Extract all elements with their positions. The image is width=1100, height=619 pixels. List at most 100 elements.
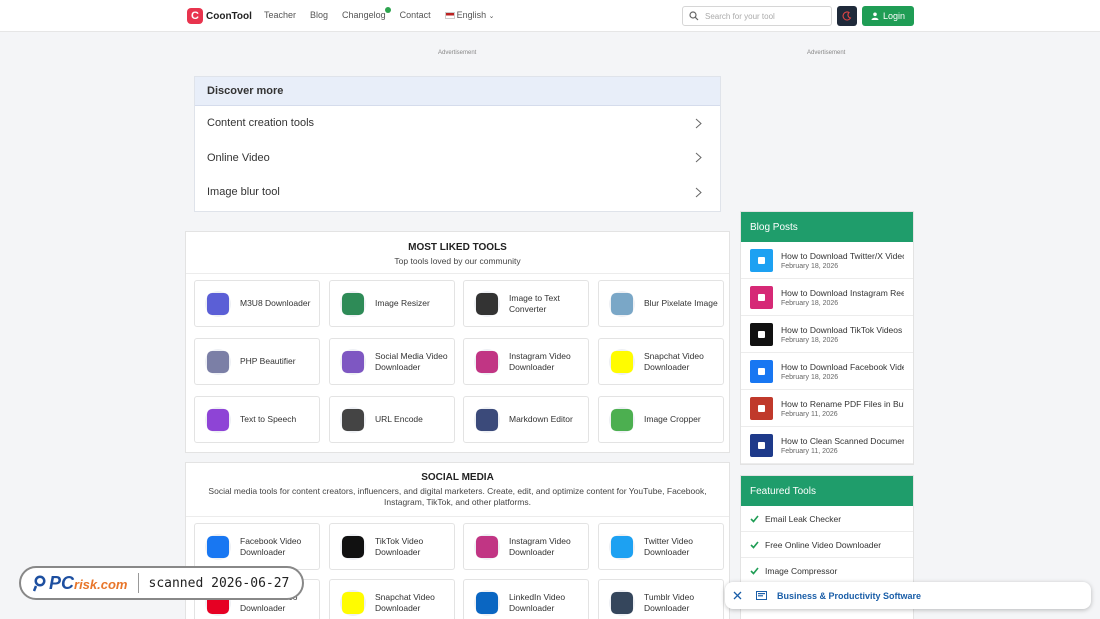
blog-post-text: How to Download Twitter/X Videos February… <box>781 251 904 270</box>
most-liked-section: MOST LIKED TOOLS Top tools loved by our … <box>185 231 730 453</box>
blog-post-item[interactable]: How to Download TikTok Videos February 18… <box>741 316 913 353</box>
discover-item-label: Content creation tools <box>207 117 315 130</box>
tool-card-snapchat-video-downloader[interactable]: Snapchat Video Downloader <box>329 579 455 619</box>
tool-label: Text to Speech <box>240 414 297 425</box>
tool-card-linkedin-video-downloader[interactable]: LinkedIn Video Downloader <box>463 579 589 619</box>
tool-card-image-cropper[interactable]: Image Cropper <box>598 396 724 443</box>
blog-post-item[interactable]: How to Download Facebook Videos February … <box>741 353 913 390</box>
tool-card-image-to-text-converter[interactable]: Image to Text Converter <box>463 280 589 327</box>
blog-thumbnail-icon <box>750 248 773 272</box>
tool-card-text-to-speech[interactable]: Text to Speech <box>194 396 320 443</box>
tool-label: Facebook Video Downloader <box>240 536 302 557</box>
tool-label: LinkedIn Video Downloader <box>509 592 566 613</box>
chevron-right-icon <box>695 187 702 198</box>
blog-post-text: How to Download Facebook Videos February … <box>781 362 904 381</box>
text-to-speech-icon <box>205 406 231 433</box>
blog-post-item[interactable]: How to Clean Scanned Documents February 1… <box>741 427 913 464</box>
tumblr-video-downloader-icon <box>609 589 635 616</box>
site-logo[interactable]: C CoonTool <box>187 8 252 24</box>
search-input[interactable] <box>705 11 825 21</box>
scan-date-text: scanned 2026-06-27 <box>148 575 290 591</box>
blog-post-text: How to Clean Scanned Documents February 1… <box>781 436 904 455</box>
thumbnail-glyph <box>758 293 765 301</box>
sponsored-notice[interactable]: Business & Productivity Software <box>725 582 1091 609</box>
tool-card-m3u8-downloader[interactable]: M3U8 Downloader <box>194 280 320 327</box>
logo-text: CoonTool <box>206 10 252 22</box>
tool-card-snapchat-video-downloader[interactable]: Snapchat Video Downloader <box>598 338 724 385</box>
tool-icon-glyph <box>207 292 229 315</box>
tool-label: Markdown Editor <box>509 414 573 425</box>
tool-icon-glyph <box>342 350 364 373</box>
nav-changelog[interactable]: Changelog <box>342 7 391 20</box>
discover-item[interactable]: Online Video <box>195 141 720 176</box>
blog-post-item[interactable]: How to Download Twitter/X Videos February… <box>741 242 913 279</box>
chevron-right-icon <box>695 152 702 163</box>
language-label: English <box>456 10 487 20</box>
social-media-video-downloader-icon <box>340 348 366 375</box>
thumbnail-glyph <box>758 256 765 264</box>
blog-post-title: How to Download Facebook Videos <box>781 361 904 372</box>
blog-post-title: How to Download Instagram Reels <box>781 287 904 298</box>
social-media-title: SOCIAL MEDIA <box>421 472 494 483</box>
ad-label-sidebar: Advertisement <box>807 50 846 56</box>
blog-post-item[interactable]: How to Download Instagram Reels February … <box>741 279 913 316</box>
tool-icon-glyph <box>611 591 633 614</box>
tool-label: Instagram Video Downloader <box>509 351 571 372</box>
featured-tool-item[interactable]: Free Online Video Downloader <box>741 532 913 558</box>
facebook-video-downloader-icon <box>205 533 231 560</box>
language-selector[interactable]: English ⌄ <box>444 10 495 20</box>
featured-tool-item[interactable]: Email Leak Checker <box>741 506 913 532</box>
tool-label: Image Cropper <box>644 414 701 425</box>
blog-post-date: February 18, 2026 <box>781 373 839 381</box>
main-nav: Teacher Blog Changelog Contact English ⌄ <box>264 7 509 20</box>
tool-card-social-media-video-downloader[interactable]: Social Media Video Downloader <box>329 338 455 385</box>
theme-toggle-button[interactable] <box>837 6 857 26</box>
tool-card-php-beautifier[interactable]: PHP Beautifier <box>194 338 320 385</box>
close-icon[interactable] <box>733 591 742 600</box>
tool-label: Snapchat Video Downloader <box>375 592 435 613</box>
nav-teacher[interactable]: Teacher <box>264 10 296 20</box>
discover-item[interactable]: Image blur tool <box>195 175 720 210</box>
blog-post-date: February 11, 2026 <box>781 447 838 455</box>
featured-tool-item[interactable]: Image Compressor <box>741 558 913 584</box>
nav-blog[interactable]: Blog <box>310 10 328 20</box>
tool-label: M3U8 Downloader <box>240 298 311 309</box>
tool-card-markdown-editor[interactable]: Markdown Editor <box>463 396 589 443</box>
tool-card-url-encode[interactable]: URL Encode <box>329 396 455 443</box>
snapchat-video-downloader-icon <box>340 589 366 616</box>
tool-label: Twitter Video Downloader <box>644 536 693 557</box>
tool-card-image-resizer[interactable]: Image Resizer <box>329 280 455 327</box>
snapchat-video-downloader-icon <box>609 348 635 375</box>
linkedin-video-downloader-icon <box>474 589 500 616</box>
twitter-video-downloader-icon <box>609 533 635 560</box>
new-indicator-dot <box>384 7 391 13</box>
pcrisk-logo: PC risk.com <box>49 573 128 594</box>
nav-changelog-label: Changelog <box>342 10 386 20</box>
blog-post-date: February 18, 2026 <box>781 262 839 270</box>
chevron-right-icon <box>695 118 702 129</box>
blog-post-title: How to Download TikTok Videos <box>781 324 903 335</box>
blog-post-date: February 11, 2026 <box>781 410 838 418</box>
most-liked-subtitle: Top tools loved by our community <box>394 256 521 266</box>
tool-card-instagram-video-downloader[interactable]: Instagram Video Downloader <box>463 338 589 385</box>
social-media-subtitle: Social media tools for content creators,… <box>208 486 707 507</box>
tool-card-tiktok-video-downloader[interactable]: TikTok Video Downloader <box>329 523 455 570</box>
tool-card-twitter-video-downloader[interactable]: Twitter Video Downloader <box>598 523 724 570</box>
blog-list: How to Download Twitter/X Videos February… <box>741 242 913 464</box>
tool-card-blur-pixelate-image[interactable]: Blur Pixelate Image <box>598 280 724 327</box>
discover-item[interactable]: Content creation tools <box>195 106 720 141</box>
blog-post-title: How to Clean Scanned Documents <box>781 435 904 446</box>
tool-card-tumblr-video-downloader[interactable]: Tumblr Video Downloader <box>598 579 724 619</box>
login-button[interactable]: Login <box>862 6 914 26</box>
blog-thumbnail-icon <box>750 433 773 457</box>
nav-contact[interactable]: Contact <box>400 10 431 20</box>
notice-text: Business & Productivity Software <box>777 590 922 601</box>
tool-card-facebook-video-downloader[interactable]: Facebook Video Downloader <box>194 523 320 570</box>
tool-icon-glyph <box>207 535 229 558</box>
tool-card-instagram-video-downloader[interactable]: Instagram Video Downloader <box>463 523 589 570</box>
tool-icon-glyph <box>476 408 498 431</box>
tool-icon-glyph <box>342 591 364 614</box>
blog-post-text: How to Download TikTok Videos February 18… <box>781 325 904 344</box>
blog-post-item[interactable]: How to Rename PDF Files in Bulk February … <box>741 390 913 427</box>
most-liked-title: MOST LIKED TOOLS <box>408 242 507 253</box>
